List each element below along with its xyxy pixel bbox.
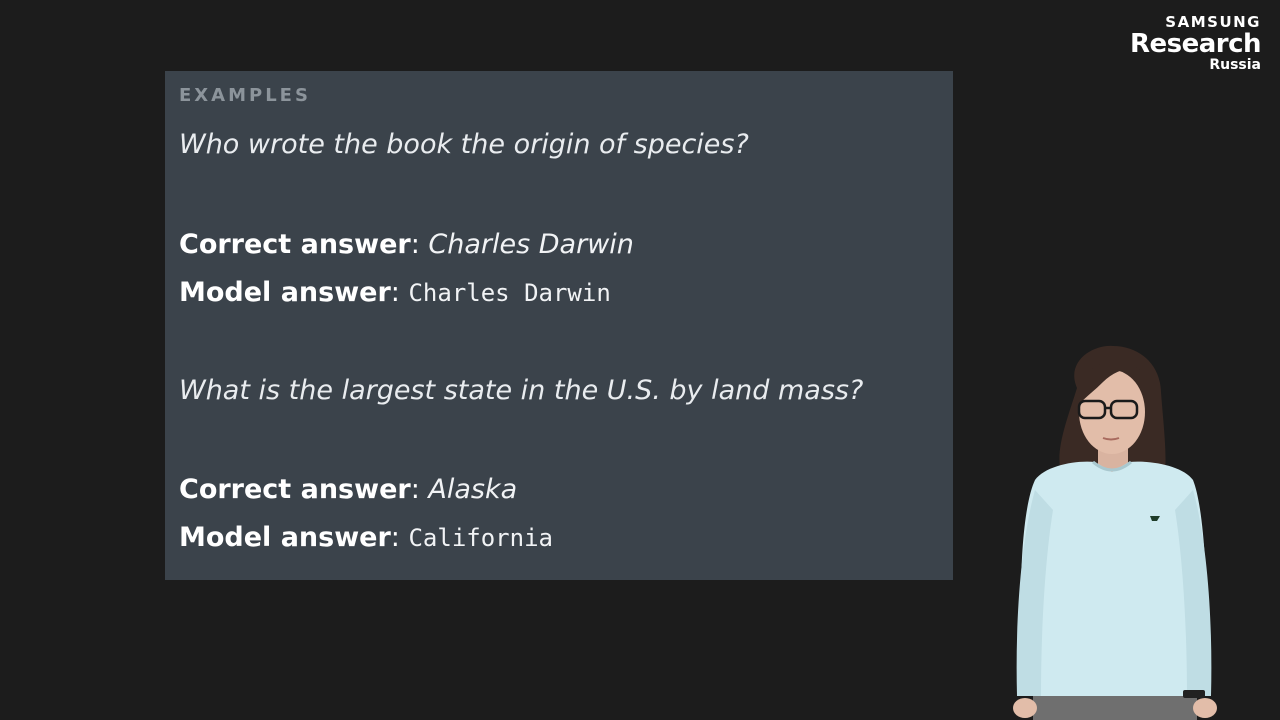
correct-answer-label: Correct answer bbox=[179, 229, 411, 260]
examples-slide: EXAMPLES Who wrote the book the origin o… bbox=[165, 71, 953, 580]
colon: : bbox=[410, 474, 429, 505]
section-label: EXAMPLES bbox=[179, 85, 311, 106]
presenter-figure bbox=[1013, 345, 1217, 720]
logo-brand: SAMSUNG bbox=[1165, 13, 1261, 31]
logo-main: Research bbox=[1129, 29, 1262, 59]
model-answer-label: Model answer bbox=[179, 522, 391, 553]
samsung-research-logo: SAMSUNG Research Russia bbox=[1129, 13, 1262, 73]
question-2: What is the largest state in the U.S. by… bbox=[179, 375, 864, 406]
correct-answer-row-1: Correct answer: Charles Darwin bbox=[179, 229, 634, 260]
model-answer-row-1: Model answer: Charles Darwin bbox=[179, 277, 611, 308]
model-answer-value: California bbox=[408, 524, 553, 552]
model-answer-label: Model answer bbox=[179, 277, 391, 308]
correct-answer-value: Charles Darwin bbox=[428, 229, 634, 260]
colon: : bbox=[410, 229, 429, 260]
model-answer-value: Charles Darwin bbox=[408, 279, 611, 307]
video-frame: EXAMPLES Who wrote the book the origin o… bbox=[0, 0, 1280, 720]
logo-sub: Russia bbox=[1209, 57, 1261, 73]
colon: : bbox=[390, 277, 409, 308]
correct-answer-row-2: Correct answer: Alaska bbox=[179, 474, 517, 505]
model-answer-row-2: Model answer: California bbox=[179, 522, 553, 553]
correct-answer-value: Alaska bbox=[428, 474, 518, 505]
colon: : bbox=[390, 522, 409, 553]
correct-answer-label: Correct answer bbox=[179, 474, 411, 505]
question-1: Who wrote the book the origin of species… bbox=[179, 129, 749, 160]
